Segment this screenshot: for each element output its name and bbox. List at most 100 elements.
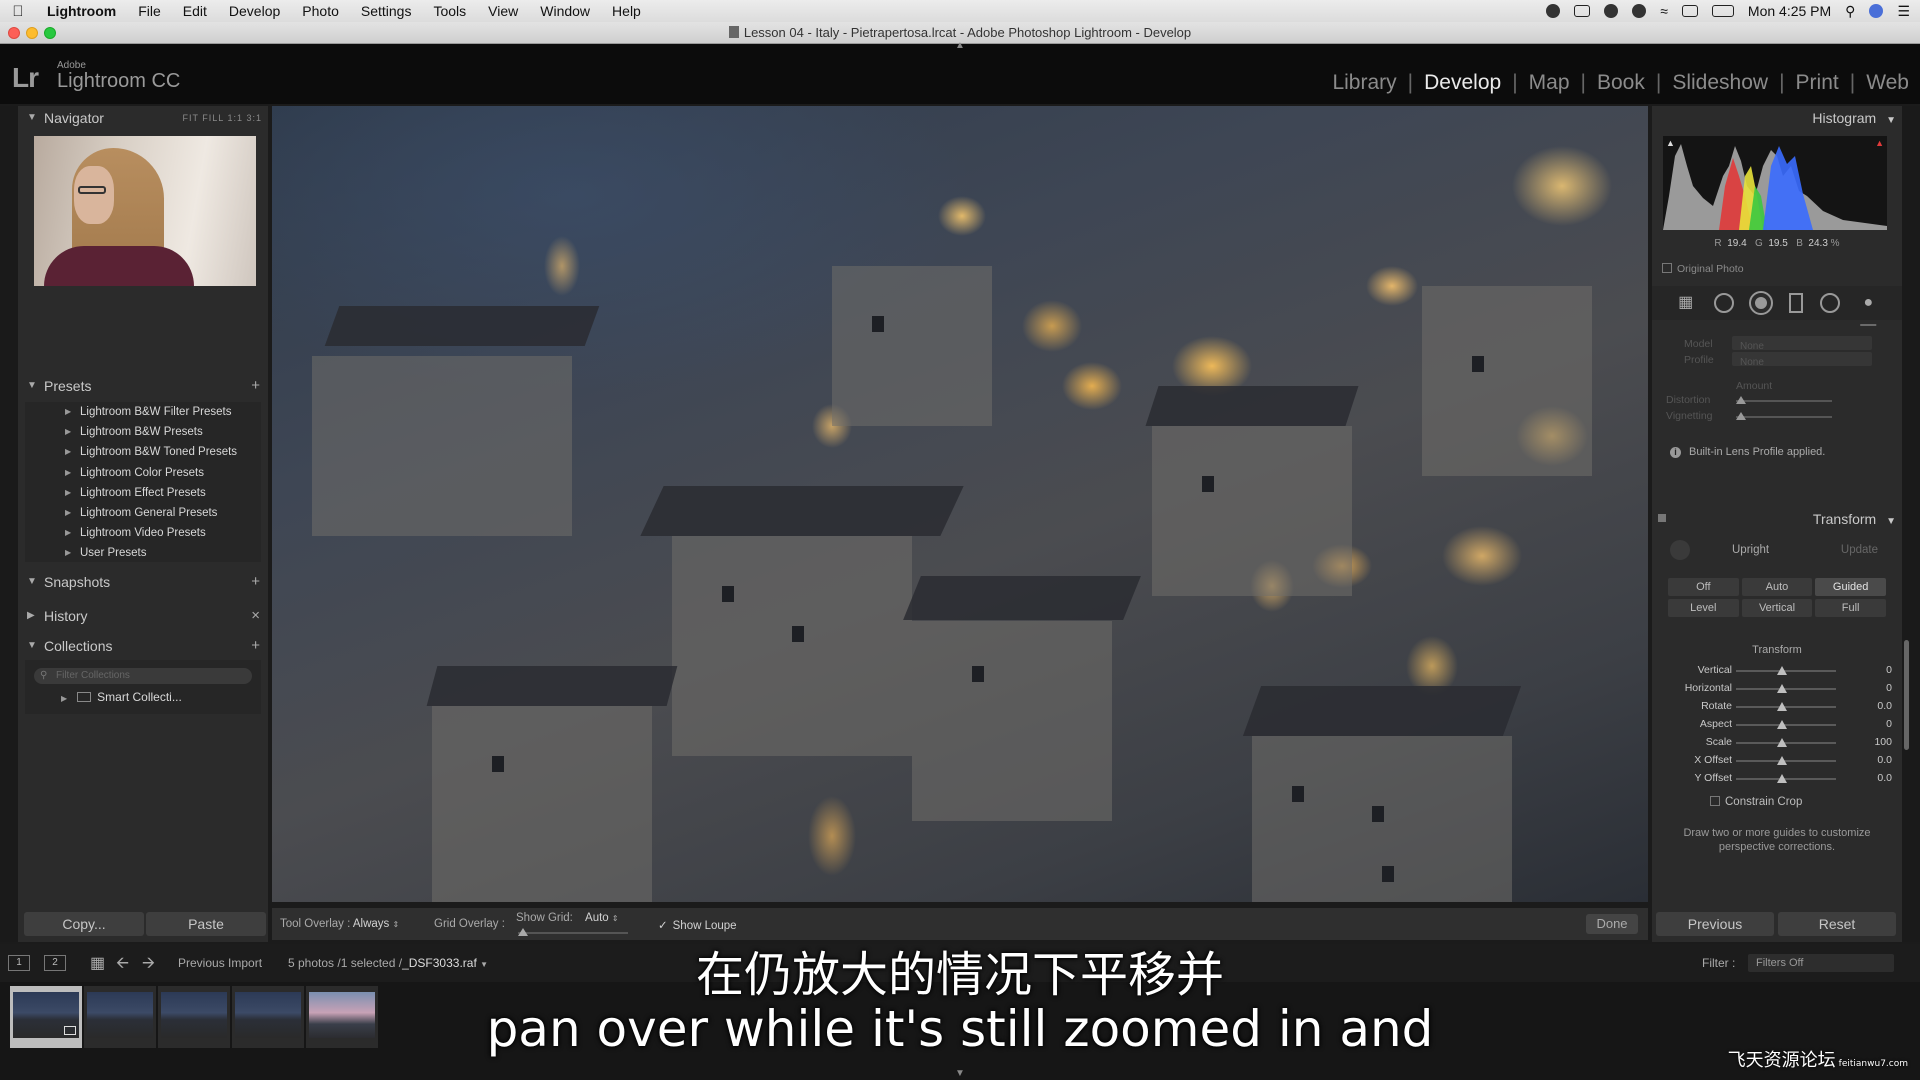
creative-cloud-icon[interactable] bbox=[1604, 4, 1619, 18]
right-panel-edge[interactable] bbox=[1902, 106, 1920, 942]
panel-switch-icon[interactable] bbox=[1658, 514, 1666, 522]
show-loupe-checkbox[interactable]: ✓ Show Loupe bbox=[658, 918, 737, 932]
paste-settings-button[interactable]: Paste bbox=[146, 912, 266, 936]
slider-knob[interactable] bbox=[1777, 720, 1787, 729]
menu-help[interactable]: Help bbox=[601, 3, 652, 19]
menu-window[interactable]: Window bbox=[529, 3, 601, 19]
module-print[interactable]: Print bbox=[1785, 71, 1850, 95]
histogram-header[interactable]: Histogram ▼ bbox=[1812, 106, 1896, 130]
module-map[interactable]: Map bbox=[1518, 71, 1581, 95]
menu-app-name[interactable]: Lightroom bbox=[36, 3, 127, 19]
tool-overlay-control[interactable]: Tool Overlay : Always ⇕ bbox=[280, 918, 399, 930]
menu-settings[interactable]: Settings bbox=[350, 3, 423, 19]
navigator-header[interactable]: ▼ Navigator FIT FILL 1:1 3:1 bbox=[18, 106, 268, 130]
transform-slider-y-offset[interactable]: Y Offset 0.0 bbox=[1652, 770, 1902, 788]
copy-settings-button[interactable]: Copy... bbox=[24, 912, 144, 936]
lens-profile-select[interactable]: None bbox=[1732, 352, 1872, 368]
lens-model-select[interactable]: None bbox=[1732, 336, 1872, 352]
preset-folder[interactable]: ▶ Lightroom B&W Presets bbox=[25, 422, 261, 442]
upright-guided-button[interactable]: Guided bbox=[1815, 578, 1886, 596]
module-web[interactable]: Web bbox=[1855, 71, 1920, 95]
menu-file[interactable]: File bbox=[127, 3, 172, 19]
previous-button[interactable]: Previous bbox=[1656, 912, 1774, 936]
menu-photo[interactable]: Photo bbox=[291, 3, 350, 19]
constrain-crop-checkbox[interactable]: Constrain Crop bbox=[1710, 796, 1802, 808]
menubar-clock[interactable]: Mon 4:25 PM bbox=[1748, 3, 1831, 19]
vignetting-slider[interactable] bbox=[1736, 416, 1832, 418]
siri-icon[interactable] bbox=[1869, 4, 1884, 18]
collapse-top-panel-icon[interactable]: ▲ bbox=[955, 40, 965, 51]
transform-header[interactable]: Transform ▼ bbox=[1813, 508, 1896, 530]
graduated-filter-icon[interactable] bbox=[1788, 293, 1803, 313]
slider-value[interactable]: 0.0 bbox=[1877, 754, 1892, 766]
preset-folder[interactable]: ▶ User Presets bbox=[25, 543, 261, 563]
vignetting-slider-knob[interactable] bbox=[1736, 412, 1746, 420]
grid-size-slider[interactable] bbox=[518, 932, 628, 934]
add-collection-icon[interactable]: + bbox=[251, 634, 260, 658]
smart-collection-set[interactable]: ▶ Smart Collecti... bbox=[61, 690, 182, 704]
slider-value[interactable]: 0 bbox=[1886, 664, 1892, 676]
distortion-slider[interactable] bbox=[1736, 400, 1832, 402]
module-book[interactable]: Book bbox=[1586, 71, 1656, 95]
slider-knob[interactable] bbox=[1777, 738, 1787, 747]
highlight-clipping-icon[interactable]: ▲ bbox=[1875, 138, 1884, 148]
menu-tools[interactable]: Tools bbox=[422, 3, 477, 19]
upright-full-button[interactable]: Full bbox=[1815, 599, 1886, 617]
spotlight-icon[interactable]: ⚲ bbox=[1845, 3, 1855, 20]
transform-slider-vertical[interactable]: Vertical 0 bbox=[1652, 662, 1902, 680]
original-photo-toggle[interactable]: Original Photo bbox=[1662, 263, 1744, 275]
slider-knob[interactable] bbox=[1777, 684, 1787, 693]
preset-folder[interactable]: ▶ Lightroom Color Presets bbox=[25, 463, 261, 483]
main-photo-zoomed[interactable] bbox=[272, 106, 1648, 902]
transform-slider-scale[interactable]: Scale 100 bbox=[1652, 734, 1902, 752]
add-preset-icon[interactable]: + bbox=[251, 374, 260, 398]
shadow-clipping-icon[interactable]: ▲ bbox=[1666, 138, 1675, 148]
record-icon[interactable] bbox=[1546, 4, 1561, 18]
dropbox-icon[interactable] bbox=[1632, 4, 1647, 18]
menu-edit[interactable]: Edit bbox=[172, 3, 218, 19]
right-panel-scrollbar[interactable] bbox=[1904, 640, 1909, 750]
upright-level-button[interactable]: Level bbox=[1668, 599, 1739, 617]
menu-develop[interactable]: Develop bbox=[218, 3, 291, 19]
slider-value[interactable]: 0.0 bbox=[1877, 772, 1892, 784]
slider-value[interactable]: 100 bbox=[1874, 736, 1892, 748]
minimize-window-button[interactable] bbox=[26, 27, 38, 39]
update-button[interactable]: Update bbox=[1841, 544, 1878, 556]
spot-removal-icon[interactable] bbox=[1713, 293, 1734, 313]
histogram[interactable]: ▲ ▲ bbox=[1663, 136, 1887, 230]
clear-history-icon[interactable]: × bbox=[251, 604, 260, 628]
slider-value[interactable]: 0.0 bbox=[1877, 700, 1892, 712]
slider-knob[interactable] bbox=[1777, 666, 1787, 675]
collections-filter-input[interactable]: ⚲ Filter Collections bbox=[34, 668, 252, 684]
transform-slider-rotate[interactable]: Rotate 0.0 bbox=[1652, 698, 1902, 716]
crop-overlay-icon[interactable]: ▦ bbox=[1675, 292, 1697, 314]
apple-menu-icon[interactable]:  bbox=[0, 3, 36, 20]
battery-icon[interactable] bbox=[1711, 5, 1734, 17]
transform-slider-horizontal[interactable]: Horizontal 0 bbox=[1652, 680, 1902, 698]
red-eye-icon[interactable] bbox=[1749, 291, 1774, 315]
module-slideshow[interactable]: Slideshow bbox=[1661, 71, 1779, 95]
slider-value[interactable]: 0 bbox=[1886, 682, 1892, 694]
wifi-icon[interactable]: ≈ bbox=[1660, 3, 1668, 19]
slider-value[interactable]: 0 bbox=[1886, 718, 1892, 730]
transform-slider-aspect[interactable]: Aspect 0 bbox=[1652, 716, 1902, 734]
module-develop[interactable]: Develop bbox=[1413, 71, 1512, 95]
transform-slider-x-offset[interactable]: X Offset 0.0 bbox=[1652, 752, 1902, 770]
slider-knob[interactable] bbox=[1777, 702, 1787, 711]
upright-target-icon[interactable] bbox=[1670, 540, 1690, 560]
preset-folder[interactable]: ▶ Lightroom General Presets bbox=[25, 503, 261, 523]
close-window-button[interactable] bbox=[8, 27, 20, 39]
preset-folder[interactable]: ▶ Lightroom Video Presets bbox=[25, 523, 261, 543]
zoom-window-button[interactable] bbox=[44, 27, 56, 39]
upright-vertical-button[interactable]: Vertical bbox=[1741, 599, 1813, 617]
snapshots-header[interactable]: ▼ Snapshots + bbox=[18, 570, 268, 594]
adjustment-brush-icon[interactable]: ●— bbox=[1857, 292, 1879, 333]
add-snapshot-icon[interactable]: + bbox=[251, 570, 260, 594]
notification-center-icon[interactable]: ☰ bbox=[1897, 3, 1910, 20]
show-grid-control[interactable]: Show Grid: Auto ⇕ bbox=[516, 912, 619, 924]
left-panel-edge[interactable] bbox=[0, 106, 18, 942]
module-library[interactable]: Library bbox=[1321, 71, 1407, 95]
upright-auto-button[interactable]: Auto bbox=[1741, 578, 1813, 596]
airplay-icon[interactable] bbox=[1681, 5, 1698, 17]
navigator-zoom-modes[interactable]: FIT FILL 1:1 3:1 bbox=[182, 106, 262, 130]
